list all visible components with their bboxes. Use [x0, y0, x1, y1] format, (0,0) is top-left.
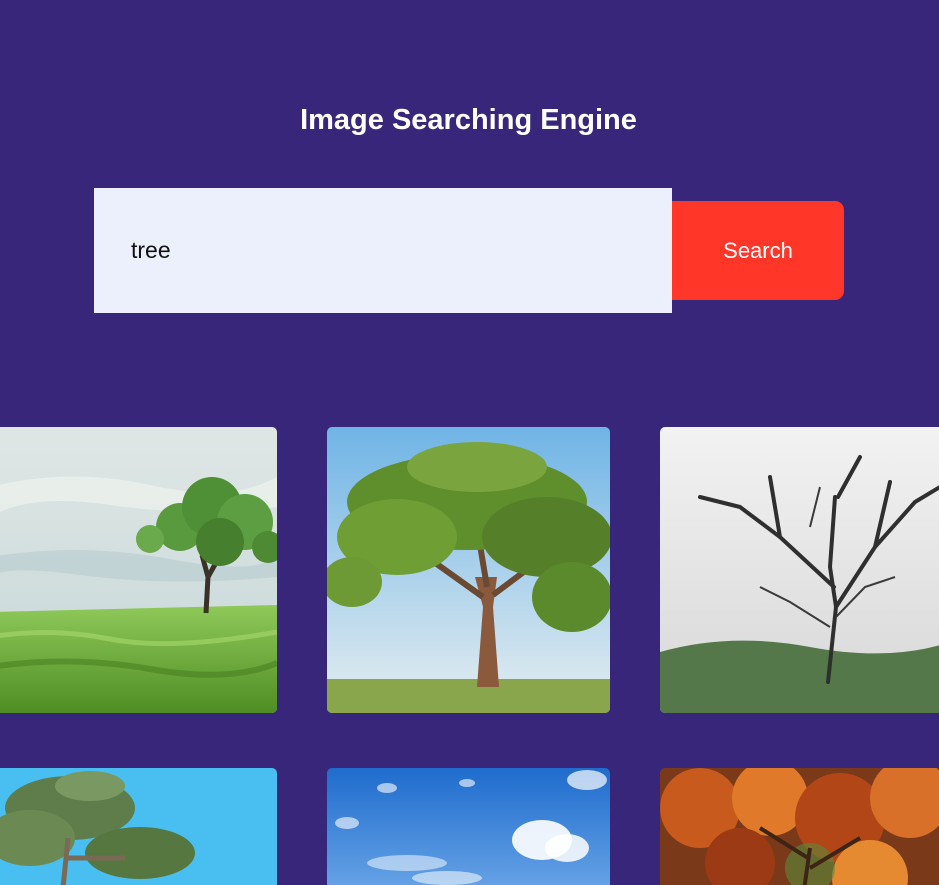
page-title: Image Searching Engine — [300, 104, 637, 136]
result-image-5[interactable] — [327, 768, 610, 885]
bare-tree-fog-image — [660, 427, 939, 713]
page: Image Searching Engine Search — [0, 0, 939, 885]
result-image-2[interactable] — [327, 427, 610, 713]
result-image-1[interactable] — [0, 427, 277, 713]
result-image-4[interactable] — [0, 768, 277, 885]
sky-clouds-image — [327, 768, 610, 885]
tree-blue-sky-image — [0, 768, 277, 885]
tree-field-image — [0, 427, 277, 713]
tree-sky-image — [327, 427, 610, 713]
result-image-3[interactable] — [660, 427, 939, 713]
result-image-6[interactable] — [660, 768, 939, 885]
autumn-tree-image — [660, 768, 939, 885]
search-button[interactable]: Search — [672, 201, 844, 300]
search-input[interactable] — [94, 188, 672, 313]
